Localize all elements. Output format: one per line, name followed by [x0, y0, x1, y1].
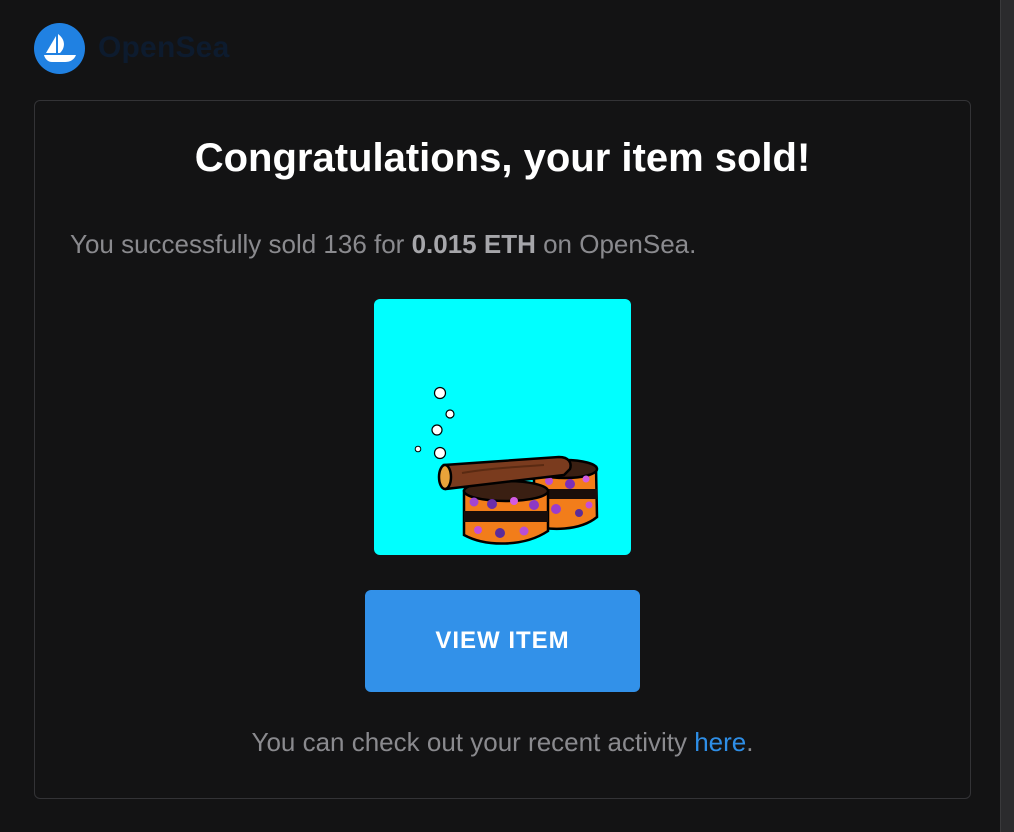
nft-cigar-tuna-can-image[interactable]: [374, 299, 631, 555]
bubble: [414, 445, 422, 453]
activity-prefix: You can check out your recent activity: [251, 727, 695, 757]
bubble: [433, 446, 447, 460]
sold-message: You successfully sold 136 for 0.015 ETH …: [70, 229, 696, 260]
activity-suffix: .: [746, 727, 754, 757]
opensea-ship-icon: [34, 22, 85, 74]
sold-suffix: on OpenSea.: [535, 229, 697, 259]
bubble: [433, 386, 447, 400]
sale-price: 0.015 ETH: [411, 229, 536, 259]
view-item-button[interactable]: VIEW ITEM: [365, 590, 640, 692]
email-header: OpenSea: [34, 22, 229, 74]
brand-name: OpenSea: [98, 31, 230, 64]
activity-here-link[interactable]: here: [694, 727, 746, 757]
activity-message: You can check out your recent activity h…: [0, 727, 1005, 758]
email-page: OpenSea Congratulations, your item sold!…: [0, 0, 1014, 832]
sold-prefix: You successfully sold 136 for: [70, 229, 412, 259]
bubble: [445, 409, 455, 419]
page-title: Congratulations, your item sold!: [194, 136, 811, 180]
scrollbar[interactable]: [1000, 0, 1014, 832]
bubble: [431, 424, 443, 436]
tuna-can-front: [462, 479, 550, 545]
